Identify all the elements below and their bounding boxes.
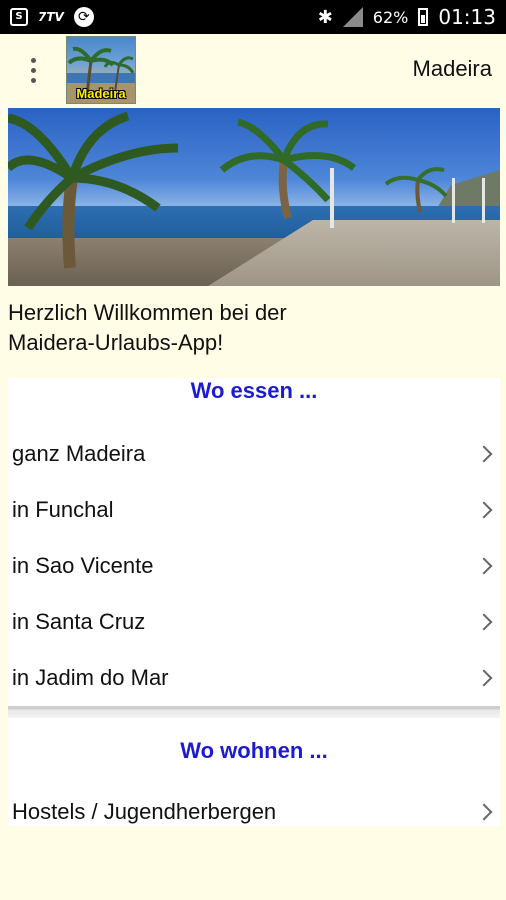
welcome-line-1: Herzlich Willkommen bei der [8,300,287,325]
welcome-text: Herzlich Willkommen bei der Maidera-Urla… [8,298,488,358]
app-notification-icon: S [10,8,28,26]
tv-notification-icon: 7TV [38,10,64,24]
list-item-funchal[interactable]: in Funchal [8,482,500,538]
section-divider [8,706,500,718]
list-item-label: Hostels / Jugendherbergen [12,799,277,824]
chevron-right-icon [475,669,493,687]
app-bar: Madeira Madeira [0,34,506,106]
menu-dot-icon [30,57,36,63]
list-item-sao-vicente[interactable]: in Sao Vicente [8,538,500,594]
overflow-menu-button[interactable] [22,50,44,90]
bluetooth-icon: ✱ [317,6,333,28]
chevron-right-icon [475,613,493,631]
section-header-essen: Wo essen ... [190,378,318,403]
list-item-santa-cruz[interactable]: in Santa Cruz [8,594,500,650]
menu-dot-icon [30,67,36,73]
chevron-right-icon [475,501,493,519]
list-item-label: in Jadim do Mar [12,665,169,690]
navigation-list: Wo essen ... ganz Madeira in Funchal in … [8,378,500,826]
app-logo[interactable]: Madeira [66,36,136,104]
app-title: Madeira [412,56,492,81]
clock: 01:13 [438,5,496,29]
list-item-label: in Funchal [12,497,114,522]
list-item-label: in Sao Vicente [12,553,154,578]
chevron-right-icon [475,445,493,463]
battery-icon [418,8,429,26]
chevron-right-icon [475,803,493,821]
list-item-ganz-madeira[interactable]: ganz Madeira [8,426,500,482]
palm-trees-illustration [8,111,485,269]
signal-icon [342,7,363,27]
sync-icon: ⟳ [73,7,94,27]
status-bar: S 7TV ⟳ ✱ 62% 01:13 [0,0,506,34]
welcome-line-2: Maidera-Urlaubs-App! [8,330,224,355]
list-item-hostels[interactable]: Hostels / Jugendherbergen [8,784,500,826]
list-item-label: ganz Madeira [12,441,146,466]
logo-text: Madeira [76,86,126,101]
chevron-right-icon [475,557,493,575]
section-header-wohnen: Wo wohnen ... [180,738,328,763]
list-item-label: in Santa Cruz [12,609,146,634]
list-item-jadim-do-mar[interactable]: in Jadim do Mar [8,650,500,706]
battery-percent: 62% [372,7,409,27]
menu-dot-icon [30,77,36,83]
banner-image [8,108,500,286]
